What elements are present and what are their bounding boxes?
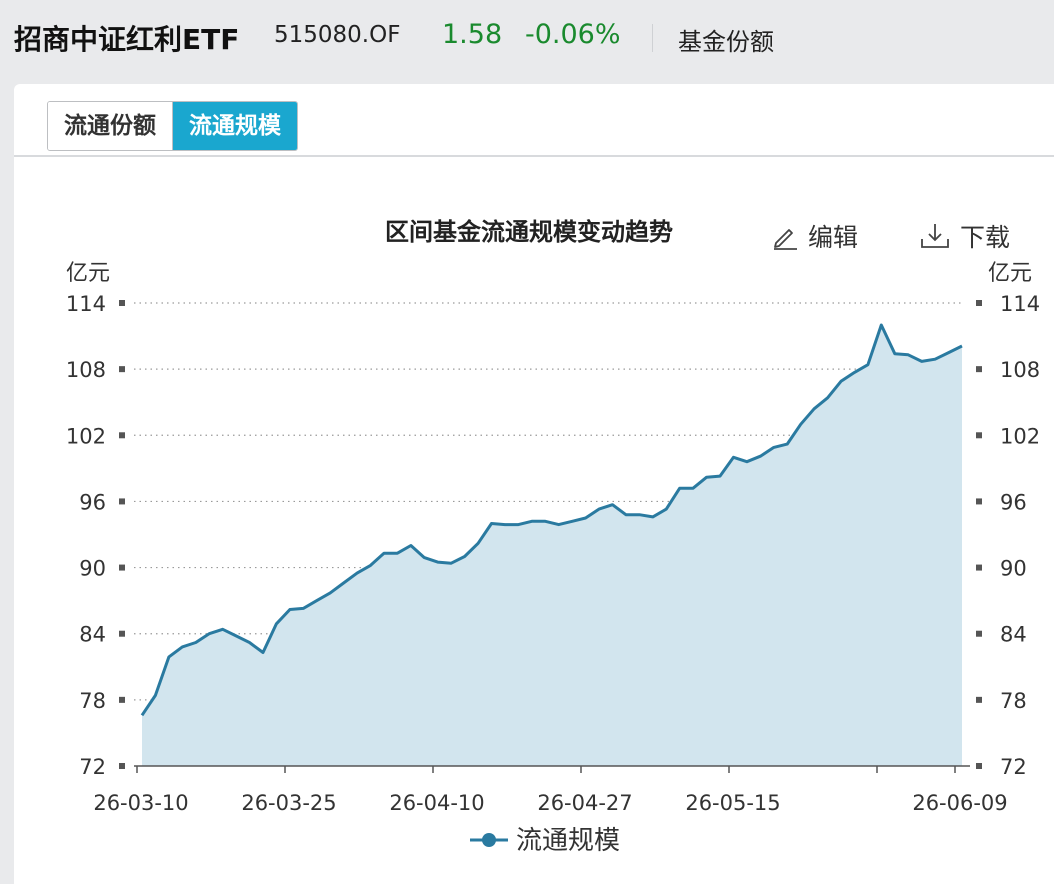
legend-label: 流通规模	[516, 826, 620, 856]
y-tick-label-left: 114	[66, 292, 106, 316]
y-axis-unit-left: 亿元	[66, 261, 110, 286]
y-tick-mark-right	[976, 564, 982, 571]
y-tick-mark-right	[976, 763, 982, 769]
y-tick-label-left: 78	[79, 689, 106, 713]
y-tick-mark-left	[119, 432, 125, 439]
x-tick-label: 26-03-25	[241, 791, 336, 815]
y-tick-label-left: 108	[66, 358, 106, 382]
legend[interactable]: 流通规模	[470, 826, 620, 856]
y-tick-label-left: 96	[79, 490, 106, 514]
y-tick-label-left: 102	[66, 424, 106, 448]
y-tick-label-left: 84	[79, 623, 106, 647]
y-tick-mark-right	[976, 300, 982, 306]
y-axis-unit-right: 亿元	[988, 261, 1032, 286]
y-tick-label-right: 72	[1000, 755, 1027, 779]
y-tick-label-right: 84	[1000, 623, 1027, 647]
y-tick-mark-right	[976, 432, 982, 439]
x-tick-label: 26-04-10	[389, 791, 484, 815]
y-tick-label-left: 90	[79, 557, 106, 581]
x-tick-label: 26-05-15	[685, 791, 780, 815]
y-tick-mark-left	[119, 498, 125, 505]
y-tick-mark-left	[119, 300, 125, 306]
y-tick-mark-left	[119, 763, 125, 769]
y-tick-mark-right	[976, 630, 982, 637]
y-tick-mark-right	[976, 696, 982, 703]
y-tick-mark-left	[119, 564, 125, 571]
scale-trend-chart: 72 72 78 78 84 84 90 90 96 96 102 102 108 108 114 114 26…	[66, 261, 1040, 856]
y-tick-label-right: 102	[1000, 424, 1040, 448]
y-tick-mark-left	[119, 366, 125, 373]
y-tick-mark-left	[119, 696, 125, 703]
y-tick-label-right: 78	[1000, 689, 1027, 713]
y-tick-mark-right	[976, 366, 982, 373]
y-tick-label-right: 96	[1000, 490, 1027, 514]
x-tick-label: 26-03-10	[93, 791, 188, 815]
y-tick-label-right: 114	[1000, 292, 1040, 316]
y-tick-label-left: 72	[79, 755, 106, 779]
legend-dot-marker	[482, 833, 496, 847]
y-tick-label-right: 90	[1000, 557, 1027, 581]
y-tick-mark-left	[119, 630, 125, 637]
y-tick-label-right: 108	[1000, 358, 1040, 382]
x-tick-label: 26-06-09	[912, 791, 1007, 815]
y-tick-mark-right	[976, 498, 982, 505]
scale-area	[142, 325, 962, 766]
x-tick-label: 26-04-27	[537, 791, 632, 815]
